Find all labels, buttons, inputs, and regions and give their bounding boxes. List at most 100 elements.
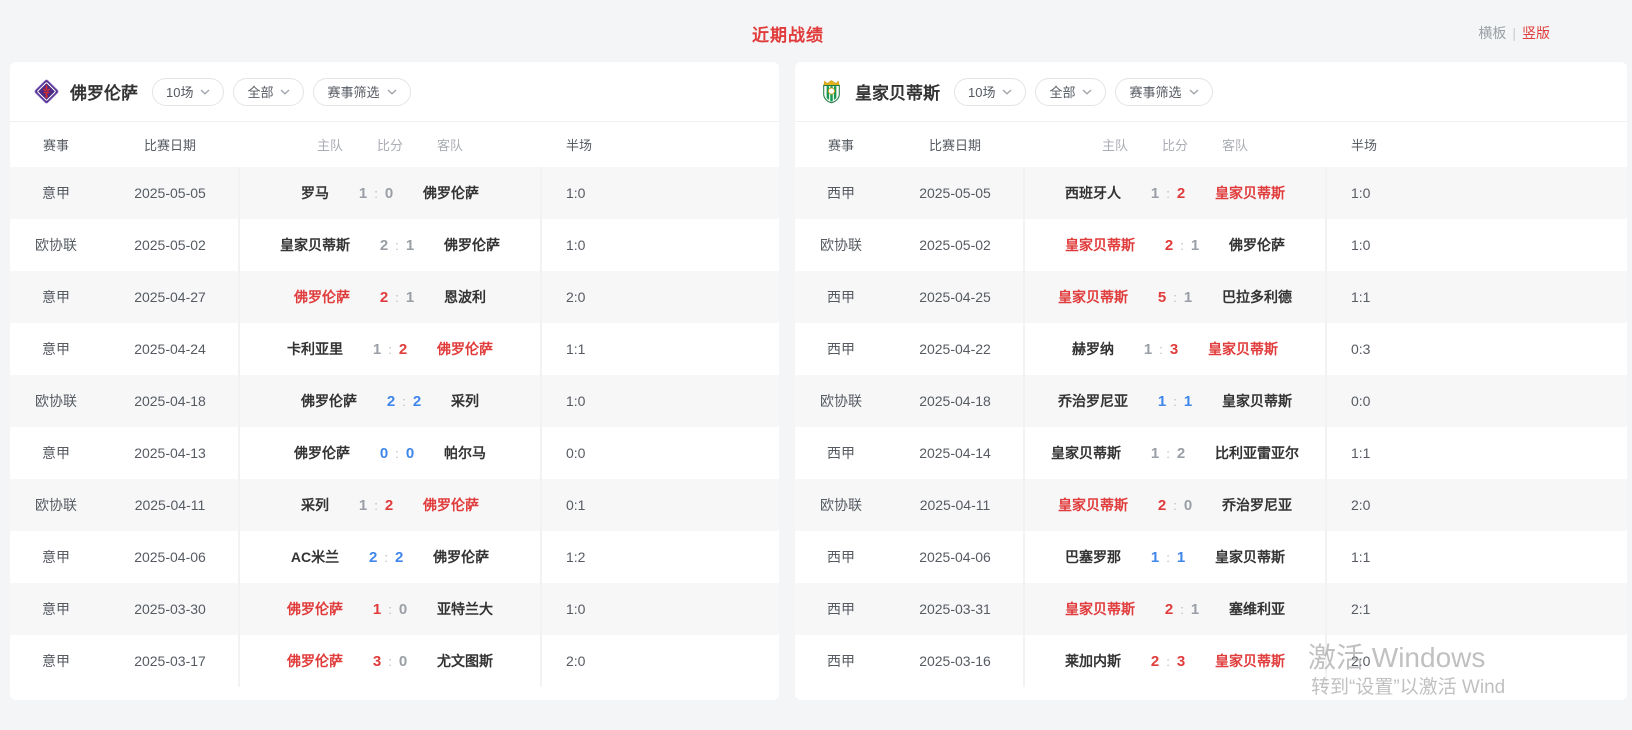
score-cell: 1:1 xyxy=(1137,393,1213,410)
match-row[interactable]: 意甲2025-04-13佛罗伦萨0:0帕尔马0:0 xyxy=(10,427,779,479)
home-goals: 2 xyxy=(1165,601,1173,618)
column-group-half: 半场 xyxy=(542,135,779,154)
league-cell: 欧协联 xyxy=(795,495,887,515)
date-cell: 2025-04-06 xyxy=(102,549,238,565)
match-row[interactable]: 西甲2025-05-05西班牙人1:2皇家贝蒂斯1:0 xyxy=(795,167,1627,219)
match-row[interactable]: 欧协联2025-05-02皇家贝蒂斯2:1佛罗伦萨1:0 xyxy=(10,219,779,271)
row-group-meta: 西甲2025-03-31 xyxy=(795,583,1025,635)
match-row[interactable]: 欧协联2025-04-11采列1:2佛罗伦萨0:1 xyxy=(10,479,779,531)
home-goals: 1 xyxy=(359,497,367,514)
date-cell: 2025-04-18 xyxy=(102,393,238,409)
away-team: 皇家贝蒂斯 xyxy=(1206,183,1325,203)
panel-header-fiorentina: 佛罗伦萨10场全部赛事筛选 xyxy=(10,62,779,122)
date-cell: 2025-05-05 xyxy=(887,185,1023,201)
half-time-score: 0:1 xyxy=(566,497,585,513)
away-team: 塞维利亚 xyxy=(1220,599,1325,619)
filter-label: 全部 xyxy=(247,82,273,101)
home-goals: 1 xyxy=(373,341,381,358)
col-away-label: 客队 xyxy=(1213,135,1325,154)
match-row[interactable]: 西甲2025-03-16莱加内斯2:3皇家贝蒂斯2:0 xyxy=(795,635,1627,687)
col-half-label: 半场 xyxy=(1351,135,1377,154)
match-row[interactable]: 西甲2025-03-31皇家贝蒂斯2:1塞维利亚2:1 xyxy=(795,583,1627,635)
match-row[interactable]: 意甲2025-05-05罗马1:0佛罗伦萨1:0 xyxy=(10,167,779,219)
match-row[interactable]: 意甲2025-03-30佛罗伦萨1:0亚特兰大1:0 xyxy=(10,583,779,635)
away-goals: 0 xyxy=(406,445,414,462)
home-team: 采列 xyxy=(240,495,338,515)
row-group-meta: 西甲2025-03-16 xyxy=(795,635,1025,687)
row-group-match: 皇家贝蒂斯1:2比利亚雷亚尔 xyxy=(1025,427,1327,479)
row-group-half: 2:0 xyxy=(1327,479,1627,531)
score-cell: 5:1 xyxy=(1137,289,1213,306)
match-count-filter[interactable]: 10场 xyxy=(954,78,1026,106)
result-scope-filter[interactable]: 全部 xyxy=(1035,78,1106,106)
score-cell: 3:0 xyxy=(352,653,428,670)
row-group-meta: 意甲2025-04-24 xyxy=(10,323,240,375)
score-colon: : xyxy=(1173,290,1177,305)
home-team: 佛罗伦萨 xyxy=(240,287,359,307)
col-league-label: 赛事 xyxy=(795,135,887,154)
competition-filter[interactable]: 赛事筛选 xyxy=(1115,78,1212,106)
match-row[interactable]: 意甲2025-03-17佛罗伦萨3:0尤文图斯2:0 xyxy=(10,635,779,687)
away-team: 皇家贝蒂斯 xyxy=(1206,547,1325,567)
result-scope-filter[interactable]: 全部 xyxy=(233,78,304,106)
match-row[interactable]: 意甲2025-04-06AC米兰2:2佛罗伦萨1:2 xyxy=(10,531,779,583)
match-row[interactable]: 西甲2025-04-06巴塞罗那1:1皇家贝蒂斯1:1 xyxy=(795,531,1627,583)
row-group-meta: 西甲2025-04-06 xyxy=(795,531,1025,583)
match-count-filter[interactable]: 10场 xyxy=(152,78,224,106)
team-panel-betis: 皇家贝蒂斯10场全部赛事筛选赛事比赛日期主队比分客队半场西甲2025-05-05… xyxy=(795,62,1627,700)
away-goals: 1 xyxy=(1184,393,1192,410)
score-colon: : xyxy=(1159,342,1163,357)
home-goals: 2 xyxy=(1165,237,1173,254)
home-team: 巴塞罗那 xyxy=(1025,547,1130,567)
home-team: 皇家贝蒂斯 xyxy=(240,235,359,255)
row-group-match: 佛罗伦萨3:0尤文图斯 xyxy=(240,635,542,687)
match-row[interactable]: 欧协联2025-05-02皇家贝蒂斯2:1佛罗伦萨1:0 xyxy=(795,219,1627,271)
home-team: 皇家贝蒂斯 xyxy=(1025,235,1144,255)
league-cell: 西甲 xyxy=(795,547,887,567)
home-team: 乔治罗尼亚 xyxy=(1025,391,1137,411)
away-team: 乔治罗尼亚 xyxy=(1213,495,1325,515)
row-group-half: 1:0 xyxy=(542,219,779,271)
row-group-match: 皇家贝蒂斯2:1佛罗伦萨 xyxy=(1025,219,1327,271)
match-row[interactable]: 西甲2025-04-22赫罗纳1:3皇家贝蒂斯0:3 xyxy=(795,323,1627,375)
score-cell: 1:0 xyxy=(352,601,428,618)
league-cell: 意甲 xyxy=(10,443,102,463)
home-team: 佛罗伦萨 xyxy=(240,443,359,463)
score-colon: : xyxy=(388,342,392,357)
match-row[interactable]: 意甲2025-04-24卡利亚里1:2佛罗伦萨1:1 xyxy=(10,323,779,375)
date-cell: 2025-04-13 xyxy=(102,445,238,461)
score-colon: : xyxy=(388,602,392,617)
row-group-match: 罗马1:0佛罗伦萨 xyxy=(240,167,542,219)
vertical-view-link[interactable]: 竖版 xyxy=(1522,25,1550,41)
half-time-score: 1:0 xyxy=(1351,237,1370,253)
away-goals: 1 xyxy=(1177,549,1185,566)
table-column-header: 赛事比赛日期主队比分客队半场 xyxy=(10,122,779,167)
match-row[interactable]: 欧协联2025-04-18乔治罗尼亚1:1皇家贝蒂斯0:0 xyxy=(795,375,1627,427)
row-group-half: 1:0 xyxy=(542,583,779,635)
match-row[interactable]: 西甲2025-04-25皇家贝蒂斯5:1巴拉多利德1:1 xyxy=(795,271,1627,323)
home-goals: 1 xyxy=(1144,341,1152,358)
home-goals: 2 xyxy=(380,237,388,254)
home-team: 西班牙人 xyxy=(1025,183,1130,203)
row-group-half: 1:1 xyxy=(542,323,779,375)
col-home-label: 主队 xyxy=(1025,135,1137,154)
row-group-half: 1:2 xyxy=(542,531,779,583)
away-team: 采列 xyxy=(442,391,540,411)
match-row[interactable]: 欧协联2025-04-11皇家贝蒂斯2:0乔治罗尼亚2:0 xyxy=(795,479,1627,531)
row-group-meta: 意甲2025-04-13 xyxy=(10,427,240,479)
horizontal-view-link[interactable]: 横板 xyxy=(1478,25,1506,41)
column-group-match: 主队比分客队 xyxy=(1025,135,1327,154)
score-colon: : xyxy=(388,654,392,669)
date-cell: 2025-04-14 xyxy=(887,445,1023,461)
match-row[interactable]: 意甲2025-04-27佛罗伦萨2:1恩波利2:0 xyxy=(10,271,779,323)
league-cell: 西甲 xyxy=(795,443,887,463)
match-row[interactable]: 欧协联2025-04-18佛罗伦萨2:2采列1:0 xyxy=(10,375,779,427)
match-row[interactable]: 西甲2025-04-14皇家贝蒂斯1:2比利亚雷亚尔1:1 xyxy=(795,427,1627,479)
chevron-down-icon xyxy=(200,89,210,95)
league-cell: 意甲 xyxy=(10,599,102,619)
competition-filter[interactable]: 赛事筛选 xyxy=(313,78,410,106)
row-group-half: 0:3 xyxy=(1327,323,1627,375)
panel-header-betis: 皇家贝蒂斯10场全部赛事筛选 xyxy=(795,62,1627,122)
home-goals: 1 xyxy=(373,601,381,618)
half-time-score: 2:0 xyxy=(1351,497,1370,513)
